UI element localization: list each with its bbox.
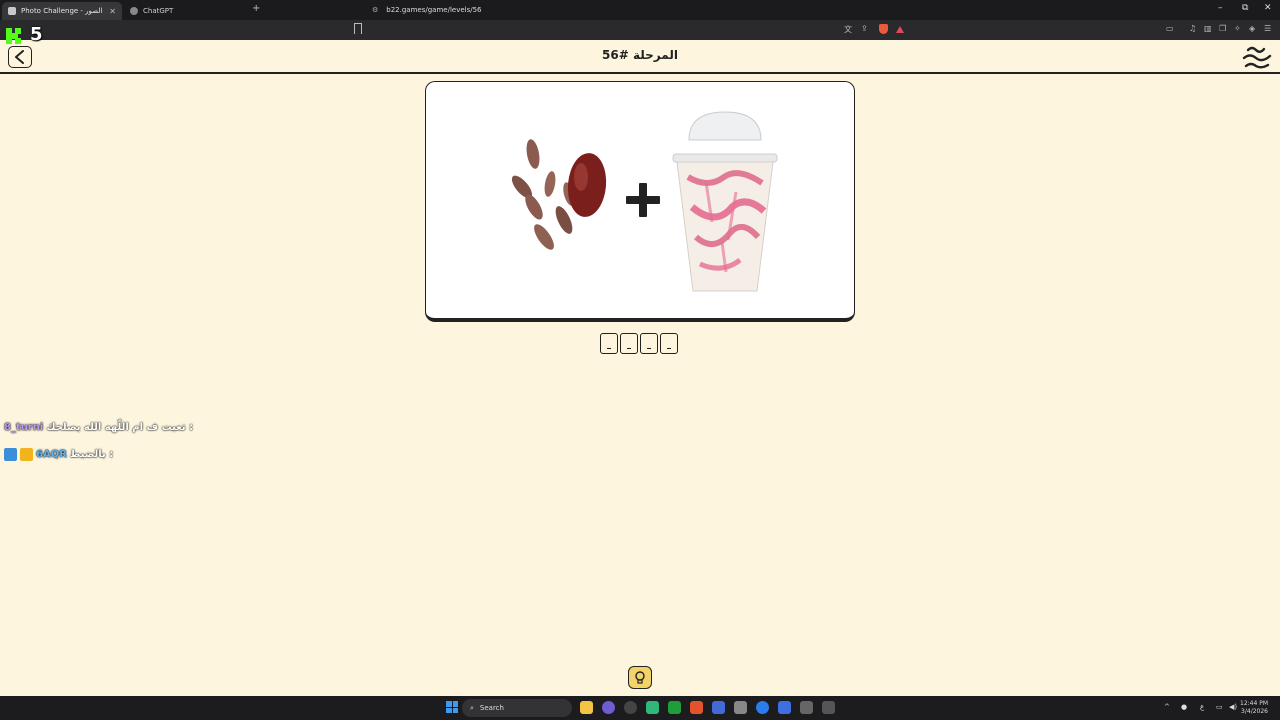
file-explorer-icon[interactable] [580,701,593,714]
overlay-number: 5 [30,24,43,45]
level-title: المرحلة #56 [602,48,678,62]
search-icon: ⌕ [470,703,474,712]
brave-rewards-icon[interactable] [896,26,904,33]
new-tab-icon[interactable]: + [252,3,260,14]
minimize-icon[interactable]: – [1218,3,1223,13]
game-logo [1242,46,1272,69]
chevron-up-icon[interactable]: ^ [1164,703,1170,711]
windows-start-icon[interactable] [446,701,458,713]
chat-message: 6AQR : بالضبط [4,448,113,461]
restore-icon[interactable]: ⧉ [1242,3,1248,13]
volume-icon[interactable]: ◀) [1229,703,1237,711]
taskbar-search-label: Search [479,704,504,712]
translate-icon[interactable]: 文 [844,24,852,35]
clock-time: 12:44 PM [1240,700,1268,707]
xbox-icon[interactable] [668,701,681,714]
answer-slots [600,333,678,354]
tools-icon[interactable] [734,701,747,714]
media-icon[interactable]: ♫ [1189,24,1196,33]
vpn-icon[interactable]: ◈ [1249,24,1255,33]
chat-text: : تعبت ف ام اللّهه الله يصلحك [46,422,194,433]
brave-shield-icon[interactable] [879,24,888,34]
address-bar [0,20,1280,40]
discord-icon[interactable] [602,701,615,714]
app-icon[interactable] [800,701,813,714]
back-button[interactable] [8,46,32,68]
close-window-icon[interactable]: ✕ [1264,3,1272,13]
answer-slot[interactable] [660,333,678,354]
chat-text: : بالضبط [69,449,114,460]
app-icon[interactable] [646,701,659,714]
shield-app-icon[interactable] [712,701,725,714]
chat-message: 8_turni : تعبت ف ام اللّهه الله يصلحك [4,422,193,433]
chat-username: 8_turni [4,422,44,433]
tab-favicon [8,7,16,15]
site-info-icon[interactable]: ⚙ [372,6,378,14]
network-icon[interactable]: ▭ [1216,703,1223,711]
mic-icon[interactable]: ● [1181,703,1187,711]
tab-title: Photo Challenge - تحدي الصور [21,7,105,15]
reader-icon[interactable]: ▥ [1204,24,1212,33]
obs-icon[interactable] [624,701,637,714]
puzzle-card [425,81,855,322]
plus-icon [626,183,660,217]
language-indicator[interactable]: ع [1200,703,1204,711]
crown-badge-icon [20,448,33,461]
taskbar-search[interactable]: ⌕ Search [462,699,572,717]
answer-slot[interactable] [600,333,618,354]
taskbar [0,696,1280,720]
extensions-icon[interactable]: ✧ [1234,24,1241,33]
answer-slot[interactable] [640,333,658,354]
bookmark-icon[interactable] [354,23,362,34]
app-icon[interactable] [822,701,835,714]
share-icon[interactable]: ⇪ [861,24,868,33]
tabs-icon[interactable]: ❐ [1219,24,1226,33]
close-tab-icon[interactable]: ✕ [109,7,116,16]
app-icon[interactable] [778,701,791,714]
lightbulb-icon [635,670,645,684]
dates-image [511,139,607,250]
chat-username: 6AQR [36,449,67,460]
sidebar-icon[interactable]: ▭ [1166,24,1174,33]
tab-title: ChatGPT [143,7,174,15]
tab-chatgpt[interactable]: ChatGPT [124,2,252,20]
tab-photo-challenge[interactable]: Photo Challenge - تحدي الصور ✕ [2,2,122,20]
url-field[interactable]: ⚙ b22.games/game/levels/56 [372,3,912,17]
chevron-left-icon [15,50,24,64]
clock[interactable]: 12:44 PM 3/4/2026 [1240,700,1268,716]
clock-date: 3/4/2026 [1241,708,1268,715]
hint-button[interactable] [628,666,652,689]
brave-icon[interactable] [690,701,703,714]
tab-favicon [130,7,138,15]
answer-slot[interactable] [620,333,638,354]
sub-badge-icon [4,448,17,461]
url-text: b22.games/game/levels/56 [386,6,482,14]
edge-icon[interactable] [756,701,769,714]
puzzle-image [511,111,778,292]
milkshake-image [672,111,778,292]
menu-icon[interactable]: ☰ [1264,24,1271,33]
